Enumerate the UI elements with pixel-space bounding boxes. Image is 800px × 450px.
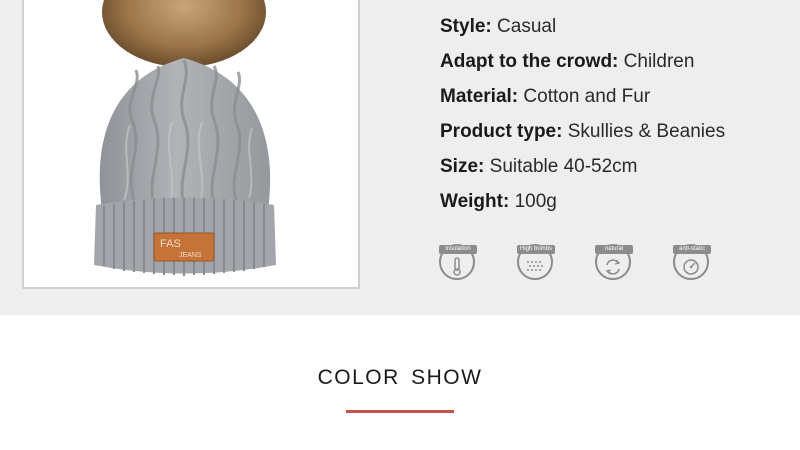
patch-text-line1: FAS [160,238,181,250]
spec-label: Material: [440,86,519,107]
spec-product-type: Product type: Skullies & Beanies [440,119,725,154]
patch-text-line2: JEANS [179,252,202,259]
spec-value: Casual [497,16,557,37]
spec-weight: Weight: 100g [440,189,725,224]
spec-label: Product type: [440,121,563,142]
spec-value: Cotton and Fur [523,86,651,107]
badge-label: insulation [439,245,477,254]
beanie-illustration: FAS JEANS [94,0,276,276]
spec-label: Adapt to the crowd: [440,51,619,72]
badge-label: anti-static [673,245,711,254]
spec-label: Weight: [440,191,510,212]
badge-label: natural [595,245,633,254]
spec-value: Skullies & Beanies [567,121,726,142]
cycle-arrows-icon [605,259,621,275]
heading-underline [346,410,454,413]
spec-label: Style: [440,16,492,37]
spec-crowd: Adapt to the crowd: Children [440,49,725,84]
spec-material: Material: Cotton and Fur [440,84,725,119]
spec-value: Children [623,51,695,72]
pompom [102,0,266,67]
badge-high-bombs: High bombs [516,244,556,284]
product-specs-list: Style: Casual Adapt to the crowd: Childr… [440,14,725,224]
spec-size: Size: Suitable 40-52cm [440,154,725,189]
badge-anti-static: anti-static [672,244,712,284]
badge-insulation: insulation [438,244,478,284]
badge-label: High bombs [517,245,555,254]
knit-texture-icon [527,261,543,271]
gauge-icon [683,259,699,275]
color-show-heading: COLOR SHOW [317,366,483,389]
spec-value: Suitable 40-52cm [489,156,638,177]
product-photo: FAS JEANS [22,0,360,289]
spec-label: Size: [440,156,485,177]
spec-style: Style: Casual [440,14,725,49]
badge-natural: natural [594,244,634,284]
spec-value: 100g [514,191,557,212]
thermometer-icon [453,257,461,276]
